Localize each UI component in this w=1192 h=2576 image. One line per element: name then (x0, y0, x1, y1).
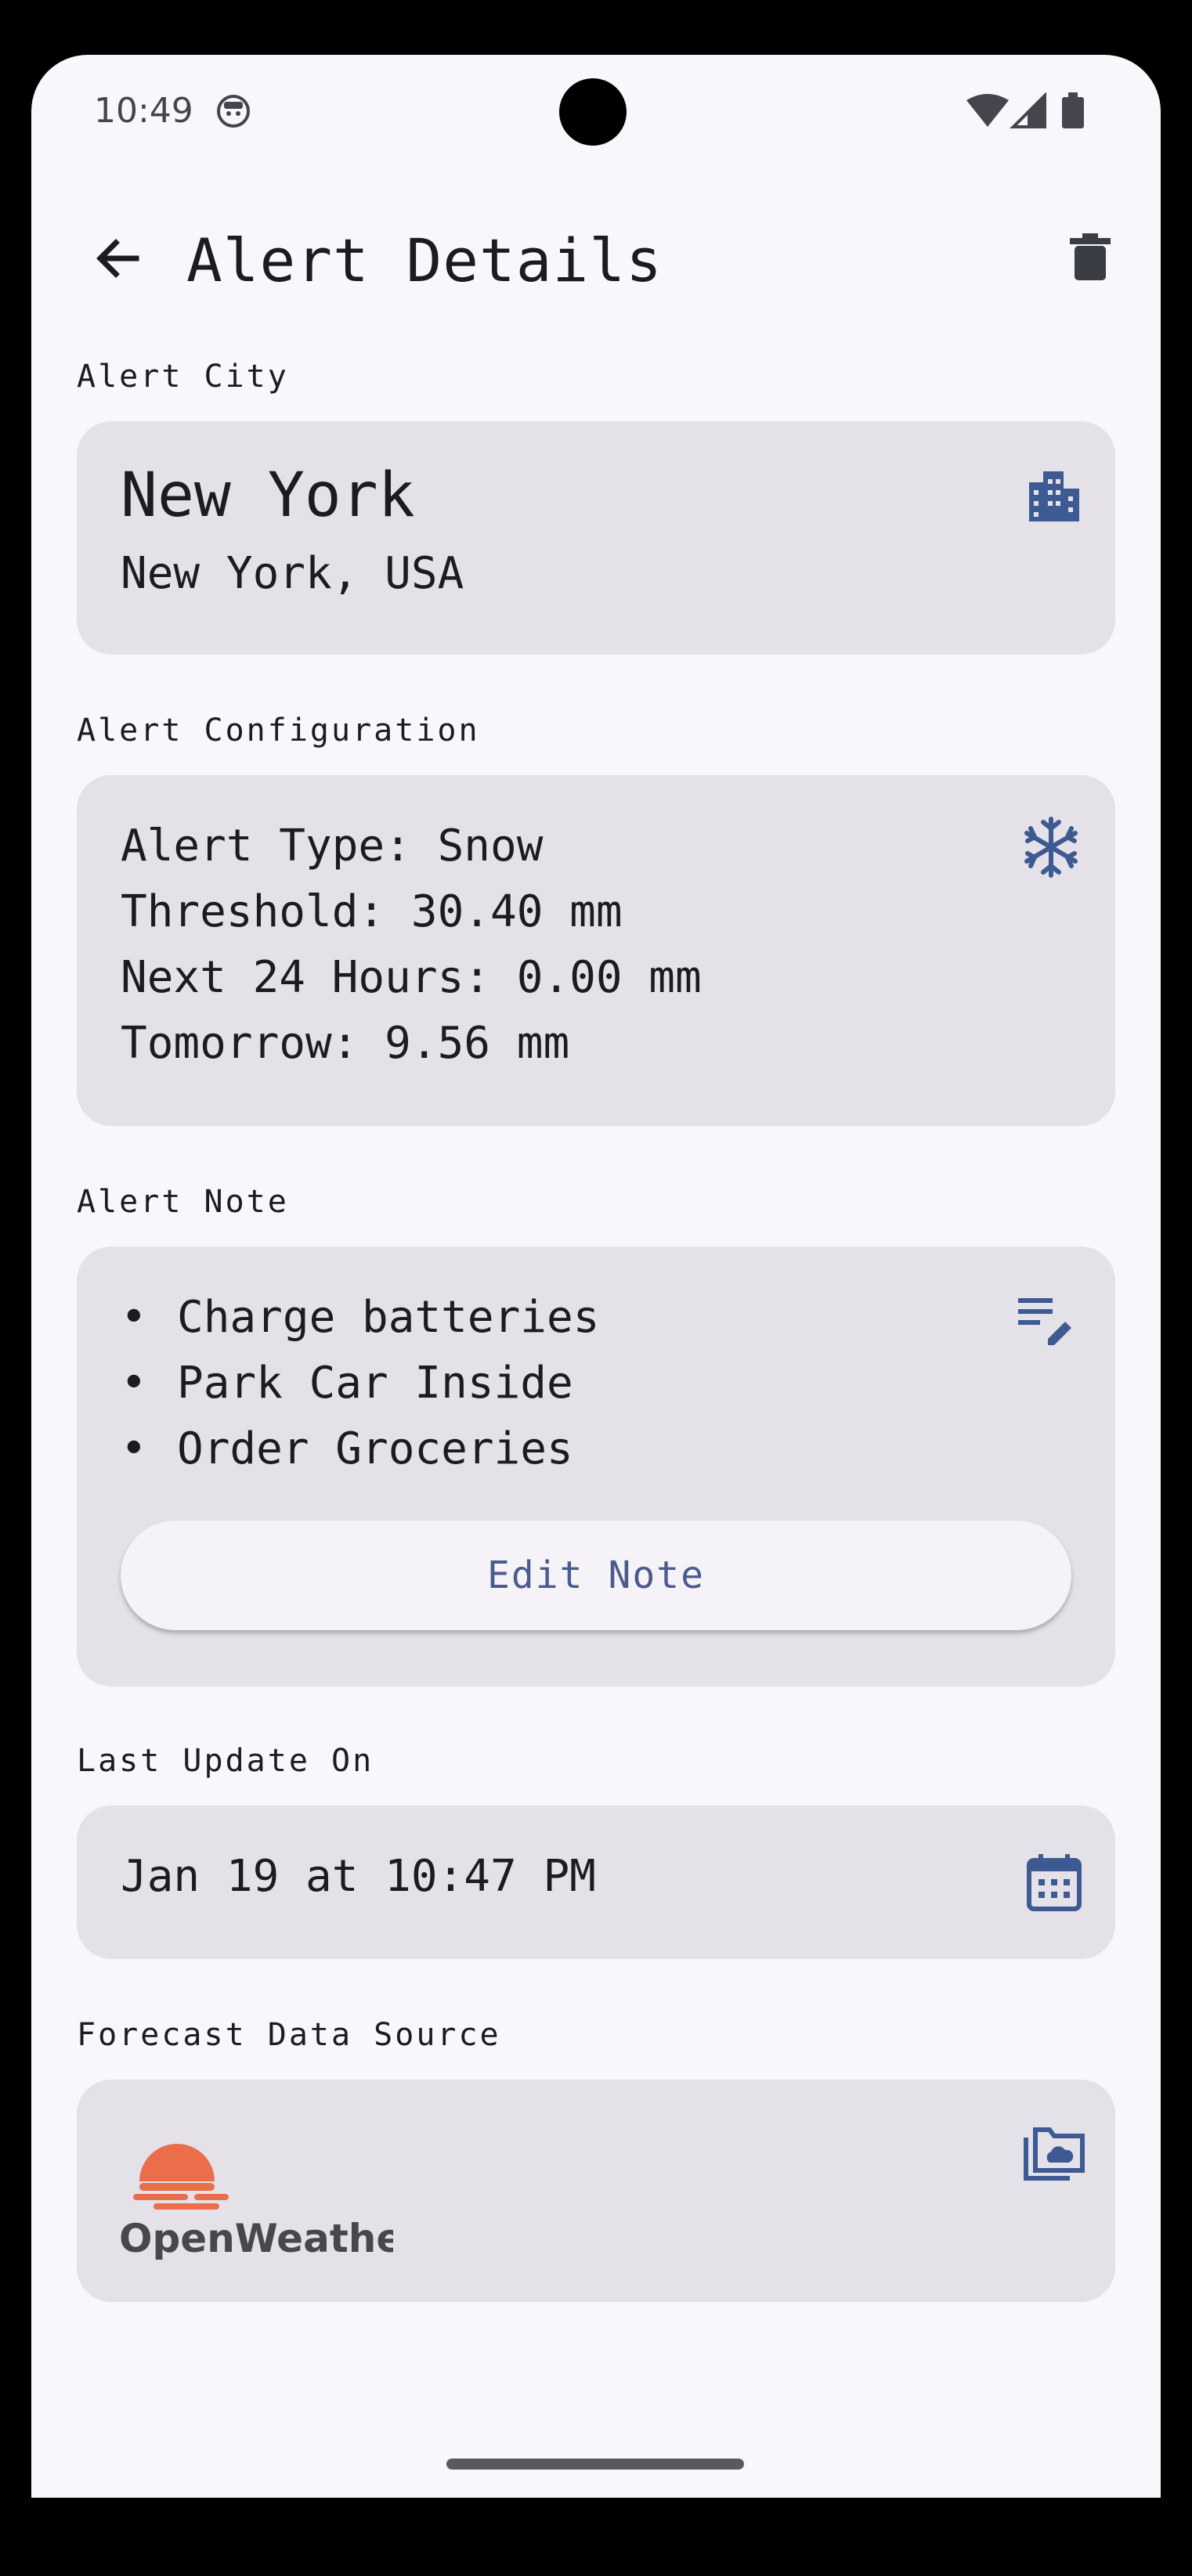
delete-icon[interactable] (1051, 219, 1129, 298)
wifi-icon (966, 94, 1009, 127)
note-text: Park Car Inside (177, 1358, 573, 1409)
city-name: New York (121, 460, 415, 531)
data-source-card: OpenWeather (77, 2080, 1115, 2302)
status-icons (966, 92, 1084, 128)
bullet: • (121, 1292, 147, 1343)
note-text: Order Groceries (177, 1423, 573, 1474)
edit-note-button[interactable]: Edit Note (121, 1521, 1071, 1630)
page-title: Alert Details (186, 225, 663, 295)
next-24-hours: Next 24 Hours: 0.00 mm (121, 952, 702, 1003)
camera-cutout (559, 78, 627, 146)
data-source-label: Forecast Data Source (77, 2017, 501, 2053)
last-update-value: Jan 19 at 10:47 PM (121, 1851, 596, 1902)
snowflake-icon (1024, 817, 1078, 878)
screen: 10:49 Alert Details Alert City New York (31, 55, 1161, 2498)
note-item: • Order Groceries (121, 1423, 573, 1474)
status-bar: 10:49 (31, 55, 1161, 172)
city-card: New York New York, USA (77, 421, 1115, 655)
battery-icon (1062, 97, 1084, 128)
alert-type: Alert Type: Snow (121, 821, 544, 871)
note-item: • Charge batteries (121, 1292, 599, 1343)
bullet: • (121, 1423, 147, 1474)
city-building-icon (1029, 471, 1079, 521)
calendar-icon (1027, 1854, 1082, 1911)
openweather-logo: OpenWeather (119, 2144, 393, 2260)
note-text: Charge batteries (177, 1292, 600, 1343)
status-time: 10:49 (94, 91, 193, 131)
cloud-folder-icon (1024, 2127, 1085, 2181)
back-arrow-icon[interactable] (78, 219, 157, 298)
note-card: • Charge batteries • Park Car Inside • Orde… (77, 1247, 1115, 1687)
threshold: Threshold: 30.40 mm (121, 886, 623, 937)
last-update-card: Jan 19 at 10:47 PM (77, 1806, 1115, 1959)
alert-note-label: Alert Note (77, 1184, 289, 1220)
bullet: • (121, 1358, 147, 1409)
tomorrow: Tomorrow: 9.56 mm (121, 1018, 570, 1069)
svg-text:OpenWeather: OpenWeather (119, 2216, 393, 2260)
config-card: Alert Type: Snow Threshold: 30.40 mm Nex… (77, 775, 1115, 1126)
alert-config-label: Alert Configuration (77, 713, 480, 749)
notification-icon (217, 95, 250, 128)
edit-note-icon[interactable] (1013, 1290, 1076, 1353)
city-region: New York, USA (121, 548, 464, 599)
note-item: • Park Car Inside (121, 1358, 573, 1409)
home-indicator[interactable] (446, 2459, 744, 2470)
alert-city-label: Alert City (77, 359, 289, 395)
app-bar: Alert Details (31, 204, 1161, 313)
last-update-label: Last Update On (77, 1743, 374, 1779)
